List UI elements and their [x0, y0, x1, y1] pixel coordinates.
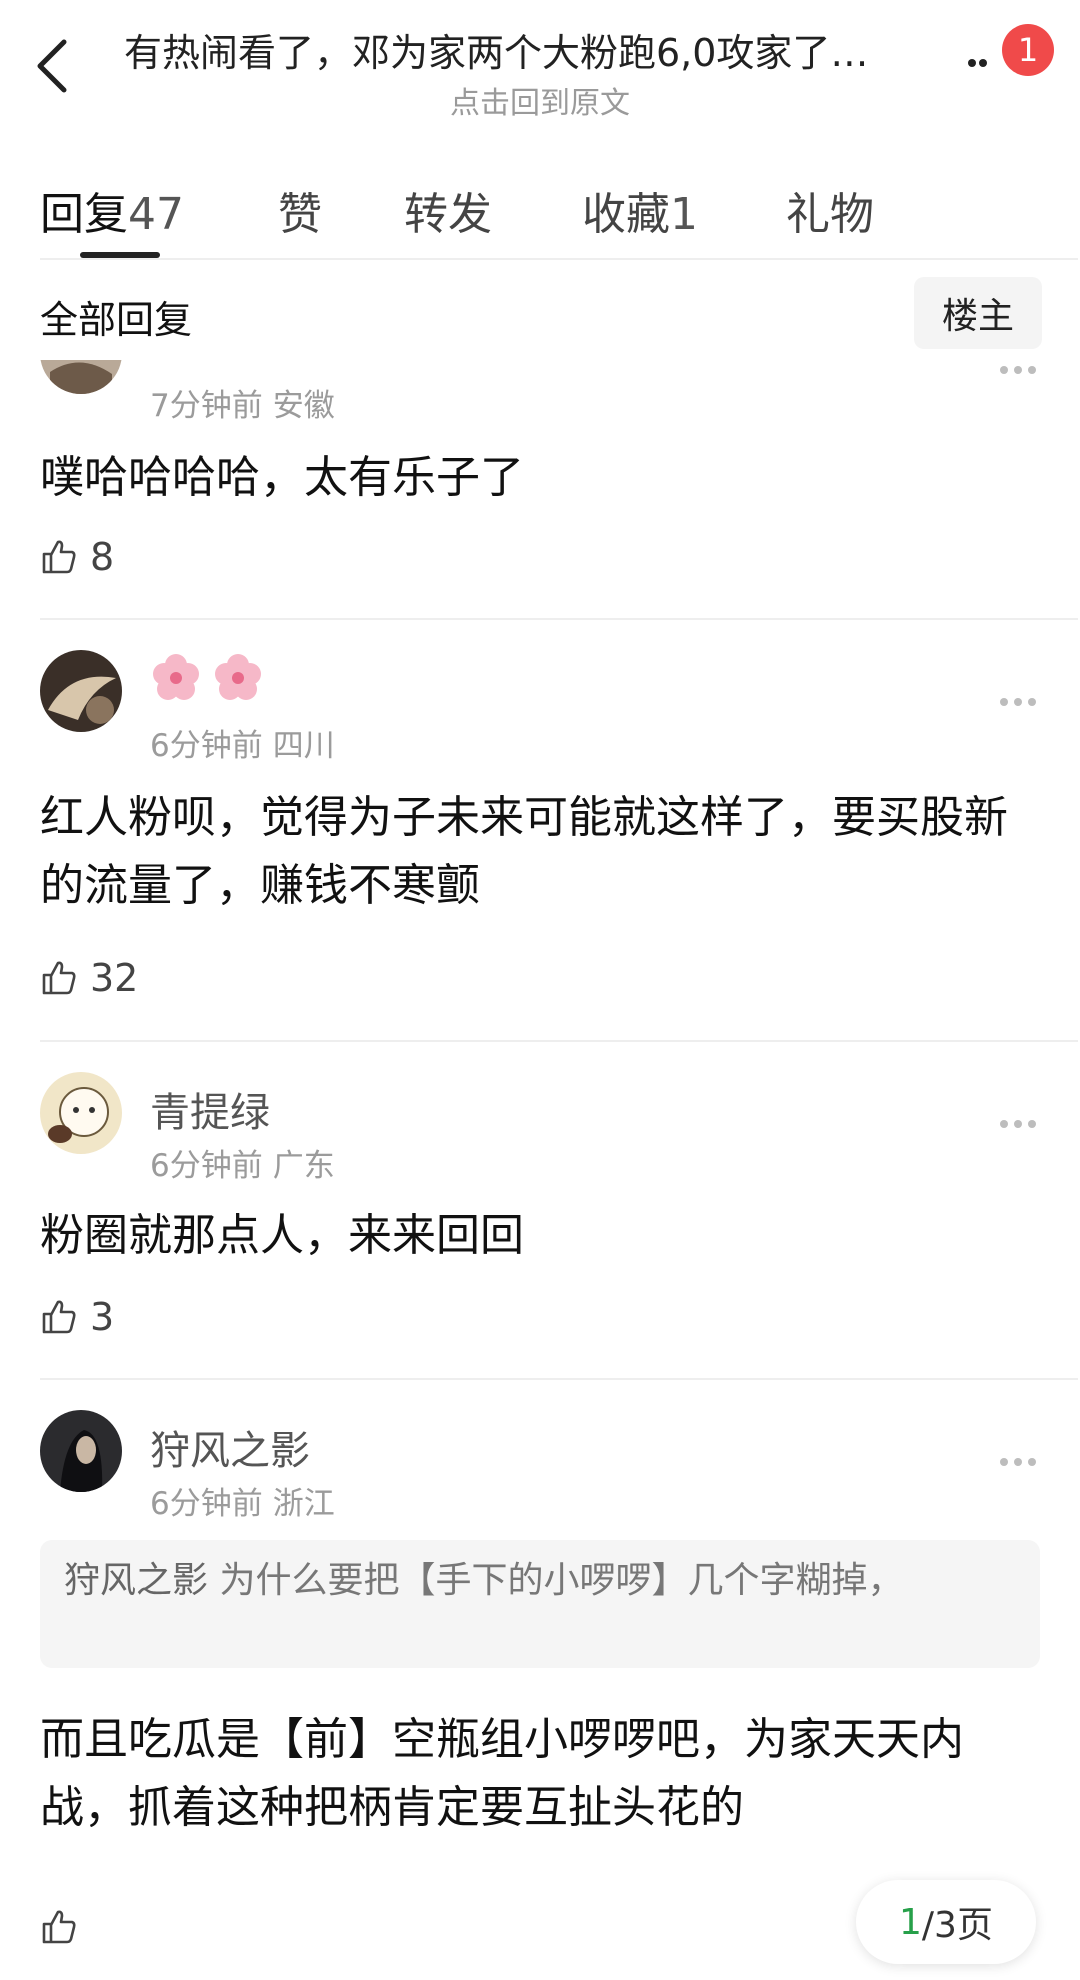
current-page: 1 [899, 1901, 922, 1943]
quoted-text: 为什么要把【手下的小啰啰】几个字糊掉， [219, 1560, 904, 1601]
comment-more-icon[interactable] [1000, 1120, 1040, 1132]
like-button[interactable]: 8 [40, 532, 114, 582]
flower-emoji-icon [153, 654, 199, 700]
like-button[interactable]: 3 [40, 1292, 114, 1342]
tab-bar: 回复47 赞 转发 收藏1 礼物 [0, 160, 1080, 260]
comment-text: 粉圈就那点人，来来回回 [40, 1210, 524, 1261]
total-pages: /3页 [921, 1905, 993, 1946]
quoted-username[interactable]: 狩风之影 [64, 1560, 208, 1601]
avatar[interactable] [40, 650, 122, 732]
username[interactable]: 狩风之影 [150, 1418, 310, 1476]
notification-badge[interactable]: 1 [1002, 24, 1054, 76]
tab-likes[interactable]: 赞 [278, 178, 322, 242]
username[interactable] [150, 652, 274, 704]
replies-section-header: 全部回复 楼主 [0, 275, 1080, 355]
comment-more-icon[interactable] [1000, 698, 1040, 710]
comment-more-icon[interactable] [1000, 1458, 1040, 1470]
thumbs-up-icon [42, 1300, 76, 1334]
tab-favorites[interactable]: 收藏1 [582, 178, 698, 242]
flower-emoji-icon [215, 654, 261, 700]
comment-more-icon[interactable] [1000, 366, 1040, 378]
divider [40, 1378, 1078, 1380]
quoted-reply[interactable]: 狩风之影 为什么要把【手下的小啰啰】几个字糊掉， [40, 1540, 1040, 1668]
page-indicator-button[interactable]: 1/3页 [856, 1880, 1036, 1964]
divider [40, 1040, 1078, 1042]
more-icon [968, 59, 976, 67]
section-title: 全部回复 [40, 298, 193, 342]
thumbs-up-icon [42, 540, 76, 574]
avatar[interactable] [40, 1410, 122, 1492]
comment-text: 噗哈哈哈哈，太有乐子了 [40, 452, 524, 503]
top-bar: 有热闹看了，邓为家两个大粉跑6,0攻家了… 点击回到原文 1 [0, 0, 1080, 130]
owner-only-button[interactable]: 楼主 [914, 277, 1042, 349]
comment-meta: 6分钟前 浙江 [150, 1486, 335, 1522]
like-button[interactable] [40, 1902, 90, 1952]
thumbs-up-icon [42, 961, 76, 995]
comment-text: 红人粉呗，觉得为子未来可能就这样了，要买股新的流量了，赚钱不寒颤 [40, 792, 1008, 911]
more-options-button[interactable] [968, 52, 998, 72]
like-button[interactable]: 32 [40, 953, 138, 1003]
post-title[interactable]: 有热闹看了，邓为家两个大粉跑6,0攻家了… [124, 22, 944, 77]
comment-meta: 6分钟前 广东 [150, 1148, 335, 1184]
thumbs-up-icon [42, 1910, 76, 1944]
comment-text: 而且吃瓜是【前】空瓶组小啰啰吧，为家天天内战，抓着这种把柄肯定要互扯头花的 [40, 1714, 964, 1833]
username[interactable]: 青提绿 [150, 1080, 270, 1138]
divider [40, 258, 1078, 260]
back-to-original-link[interactable]: 点击回到原文 [0, 78, 1080, 122]
comment-meta: 6分钟前 四川 [150, 728, 335, 764]
comment-meta: 7分钟前 安徽 [150, 388, 335, 424]
tab-gifts[interactable]: 礼物 [786, 178, 874, 242]
divider [40, 618, 1078, 620]
tab-replies[interactable]: 回复47 [40, 178, 184, 242]
tab-reposts[interactable]: 转发 [404, 178, 492, 242]
avatar[interactable] [40, 1072, 122, 1154]
